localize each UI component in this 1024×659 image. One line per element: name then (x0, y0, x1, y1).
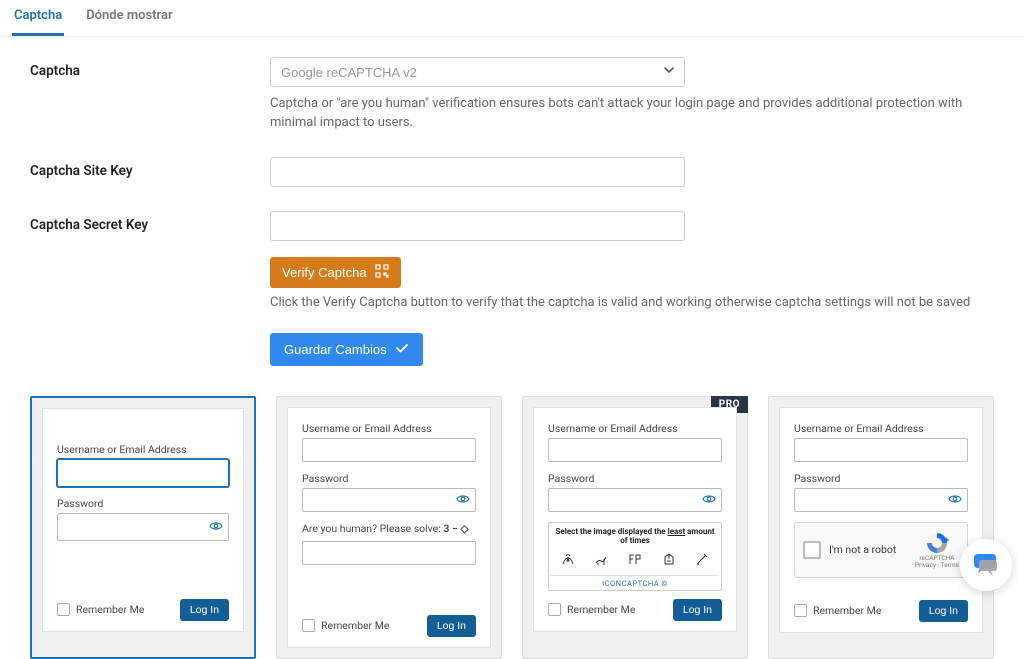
save-changes-button[interactable]: Guardar Cambios (270, 333, 423, 366)
qr-icon (375, 264, 389, 281)
recaptcha-legal: Privacy · Terms (915, 562, 959, 569)
recaptcha-text: I'm not a robot (829, 543, 896, 556)
verify-captcha-button[interactable]: Verify Captcha (270, 257, 401, 288)
math-captcha-input[interactable] (302, 541, 476, 565)
eye-icon[interactable] (209, 519, 223, 536)
captcha-icon[interactable] (694, 551, 710, 571)
label-secret-key: Captcha Secret Key (30, 211, 270, 241)
preview-card-none[interactable]: Username or Email Address Password Remem… (30, 396, 256, 659)
username-label: Username or Email Address (794, 422, 968, 435)
tab-captcha[interactable]: Captcha (12, 0, 64, 36)
password-label: Password (57, 497, 229, 510)
label-captcha: Captcha (30, 57, 270, 133)
settings-form: Captcha Google reCAPTCHA v2 Captcha or "… (0, 37, 1024, 376)
login-button[interactable]: Log In (673, 599, 722, 621)
remember-me[interactable]: Remember Me (57, 603, 144, 616)
username-input[interactable] (548, 438, 722, 462)
verify-help-text: Click the Verify Captcha button to verif… (270, 294, 980, 313)
remember-me[interactable]: Remember Me (548, 603, 635, 616)
checkbox-icon (302, 619, 315, 632)
icon-captcha-title: Select the image displayed the least amo… (551, 527, 719, 545)
username-label: Username or Email Address (57, 443, 229, 456)
icon-captcha-brand: ICONCAPTCHA © (551, 575, 719, 588)
check-icon (395, 341, 409, 358)
password-input[interactable] (302, 488, 476, 512)
captcha-site-key-input[interactable] (270, 157, 685, 187)
captcha-type-select[interactable]: Google reCAPTCHA v2 (270, 57, 685, 87)
preview-card-math[interactable]: Username or Email Address Password Are y… (276, 396, 502, 659)
preview-card-recaptcha[interactable]: Username or Email Address Password I'm n… (768, 396, 994, 659)
recaptcha-logo-icon (925, 531, 949, 555)
eye-icon[interactable] (456, 492, 470, 509)
captcha-icon[interactable] (661, 551, 677, 571)
eye-icon[interactable] (948, 492, 962, 509)
chat-bubble-icon (971, 550, 1001, 580)
username-input[interactable] (794, 438, 968, 462)
tab-donde-mostrar[interactable]: Dónde mostrar (84, 0, 174, 36)
eye-icon[interactable] (702, 492, 716, 509)
captcha-icon[interactable] (627, 551, 643, 571)
password-label: Password (794, 472, 968, 485)
tabs: Captcha Dónde mostrar (0, 0, 1024, 37)
recaptcha-widget[interactable]: I'm not a robot reCAPTCHA Privacy · Term… (794, 522, 968, 578)
icon-captcha-choices[interactable] (551, 549, 719, 575)
remember-me[interactable]: Remember Me (794, 604, 881, 617)
login-button[interactable]: Log In (180, 599, 229, 621)
password-input[interactable] (57, 513, 229, 541)
captcha-help-text: Captcha or "are you human" verification … (270, 95, 980, 133)
password-label: Password (548, 472, 722, 485)
username-label: Username or Email Address (302, 422, 476, 435)
math-captcha-question: Are you human? Please solve: 3 − ◇ (302, 522, 476, 535)
remember-me[interactable]: Remember Me (302, 619, 389, 632)
username-label: Username or Email Address (548, 422, 722, 435)
captcha-preview-cards: Username or Email Address Password Remem… (30, 396, 994, 659)
chat-widget-button[interactable] (960, 539, 1012, 591)
preview-card-iconcaptcha[interactable]: PRO Username or Email Address Password S… (522, 396, 748, 659)
login-button[interactable]: Log In (919, 600, 968, 622)
captcha-secret-key-input[interactable] (270, 211, 685, 241)
icon-captcha-widget[interactable]: Select the image displayed the least amo… (548, 522, 722, 591)
username-input[interactable] (302, 438, 476, 462)
password-input[interactable] (548, 488, 722, 512)
username-input[interactable] (57, 459, 229, 487)
label-site-key: Captcha Site Key (30, 157, 270, 187)
password-label: Password (302, 472, 476, 485)
recaptcha-checkbox[interactable] (803, 541, 821, 559)
captcha-icon[interactable] (593, 551, 609, 571)
password-input[interactable] (794, 488, 968, 512)
login-button[interactable]: Log In (427, 615, 476, 637)
checkbox-icon (548, 603, 561, 616)
checkbox-icon (794, 604, 807, 617)
captcha-icon[interactable] (560, 551, 576, 571)
checkbox-icon (57, 603, 70, 616)
